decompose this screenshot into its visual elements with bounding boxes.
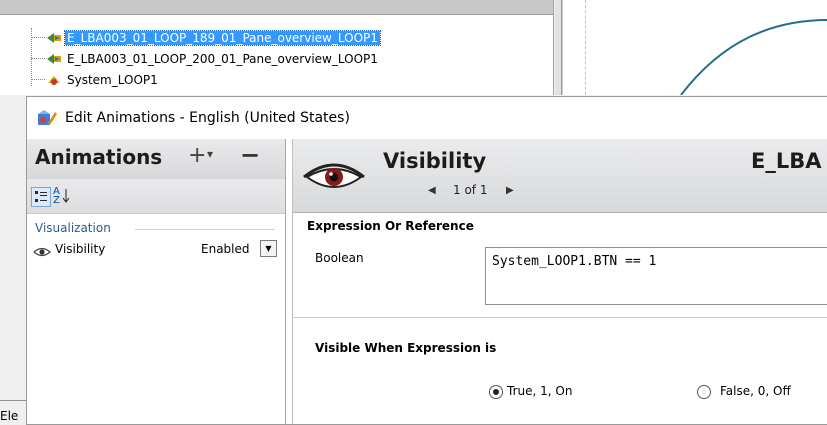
visualization-group-label: Visualization: [35, 221, 111, 235]
next-page-button[interactable]: ▶: [506, 185, 514, 196]
tree-item-label: E_LBA003_01_LOOP_189_01_Pane_overview_LO…: [64, 29, 381, 46]
categorized-view-icon[interactable]: [31, 187, 51, 207]
tree-item-system-loop1[interactable]: System_LOOP1: [46, 71, 160, 88]
canvas-preview: [562, 0, 827, 95]
true-radio-label[interactable]: True, 1, On: [507, 384, 572, 398]
tree-item-loop-189[interactable]: E_LBA003_01_LOOP_189_01_Pane_overview_LO…: [46, 29, 381, 46]
object-name: E_LBA: [751, 149, 822, 173]
add-animation-dropdown-icon[interactable]: ▾: [207, 147, 213, 161]
graphic-element-icon: [46, 52, 62, 66]
expression-section-heading: Expression Or Reference: [307, 219, 474, 233]
edit-animations-dialog: Edit Animations - English (United States…: [26, 96, 827, 425]
visibility-eye-icon: [301, 157, 367, 193]
animation-row-visibility[interactable]: Visibility Enabled ▼: [27, 239, 285, 259]
detail-header: Visibility E_LBA ◀ 1 of 1 ▶: [293, 139, 827, 213]
tree-top-scrollbar[interactable]: [0, 0, 553, 15]
script-icon: [46, 73, 62, 87]
remove-animation-button[interactable]: −: [240, 141, 260, 169]
add-animation-button[interactable]: +: [188, 143, 206, 168]
background-fragment-text: Ele: [0, 409, 19, 423]
dialog-titlebar[interactable]: Edit Animations - English (United States…: [27, 97, 827, 139]
tree-connector: [31, 79, 45, 80]
true-radio-button[interactable]: [489, 385, 503, 399]
animation-state: Enabled: [201, 242, 250, 256]
background-divider: [0, 400, 26, 401]
previous-page-button[interactable]: ◀: [428, 185, 436, 196]
expression-value: System_LOOP1.BTN == 1: [492, 254, 657, 269]
section-divider: [293, 317, 827, 318]
dialog-title: Edit Animations - English (United States…: [65, 110, 350, 126]
visible-when-heading: Visible When Expression is: [315, 341, 497, 355]
tree-item-label: E_LBA003_01_LOOP_200_01_Pane_overview_LO…: [67, 51, 378, 66]
splitter-bar[interactable]: [555, 0, 562, 95]
state-dropdown-button[interactable]: ▼: [260, 240, 277, 257]
false-radio-label[interactable]: False, 0, Off: [720, 384, 791, 398]
animations-title: Animations: [35, 145, 163, 169]
sort-alphabetical-icon[interactable]: A Z: [53, 186, 71, 206]
sort-alphabetical-label: A Z: [53, 186, 60, 206]
tree-connector: [31, 37, 45, 38]
radio-selected-dot: [493, 389, 499, 395]
group-divider: [135, 229, 275, 230]
boolean-label: Boolean: [315, 251, 364, 265]
tree-connector: [31, 58, 45, 59]
grid-guide-line: [585, 0, 586, 95]
graphic-element-icon: [46, 31, 62, 45]
tree-item-label: System_LOOP1: [67, 72, 158, 87]
expression-input[interactable]: System_LOOP1.BTN == 1: [485, 247, 827, 305]
edit-animations-icon: [37, 109, 57, 127]
animation-detail-panel: Visibility E_LBA ◀ 1 of 1 ▶ Expression O…: [292, 139, 827, 424]
animations-panel: Animations + ▾ − A Z Visualization Visib…: [27, 139, 286, 424]
animations-header: Animations + ▾ −: [27, 139, 285, 180]
detail-title: Visibility: [383, 149, 487, 173]
animations-toolbar: A Z: [27, 179, 285, 214]
curve-graphic: [680, 19, 827, 95]
background-tree-view[interactable]: E_LBA003_01_LOOP_189_01_Pane_overview_LO…: [0, 0, 554, 95]
tree-item-loop-200[interactable]: E_LBA003_01_LOOP_200_01_Pane_overview_LO…: [46, 50, 380, 67]
animation-name: Visibility: [55, 242, 106, 256]
eye-icon: [33, 243, 51, 257]
false-radio-button[interactable]: [697, 385, 711, 399]
pager-text: 1 of 1: [453, 183, 488, 197]
